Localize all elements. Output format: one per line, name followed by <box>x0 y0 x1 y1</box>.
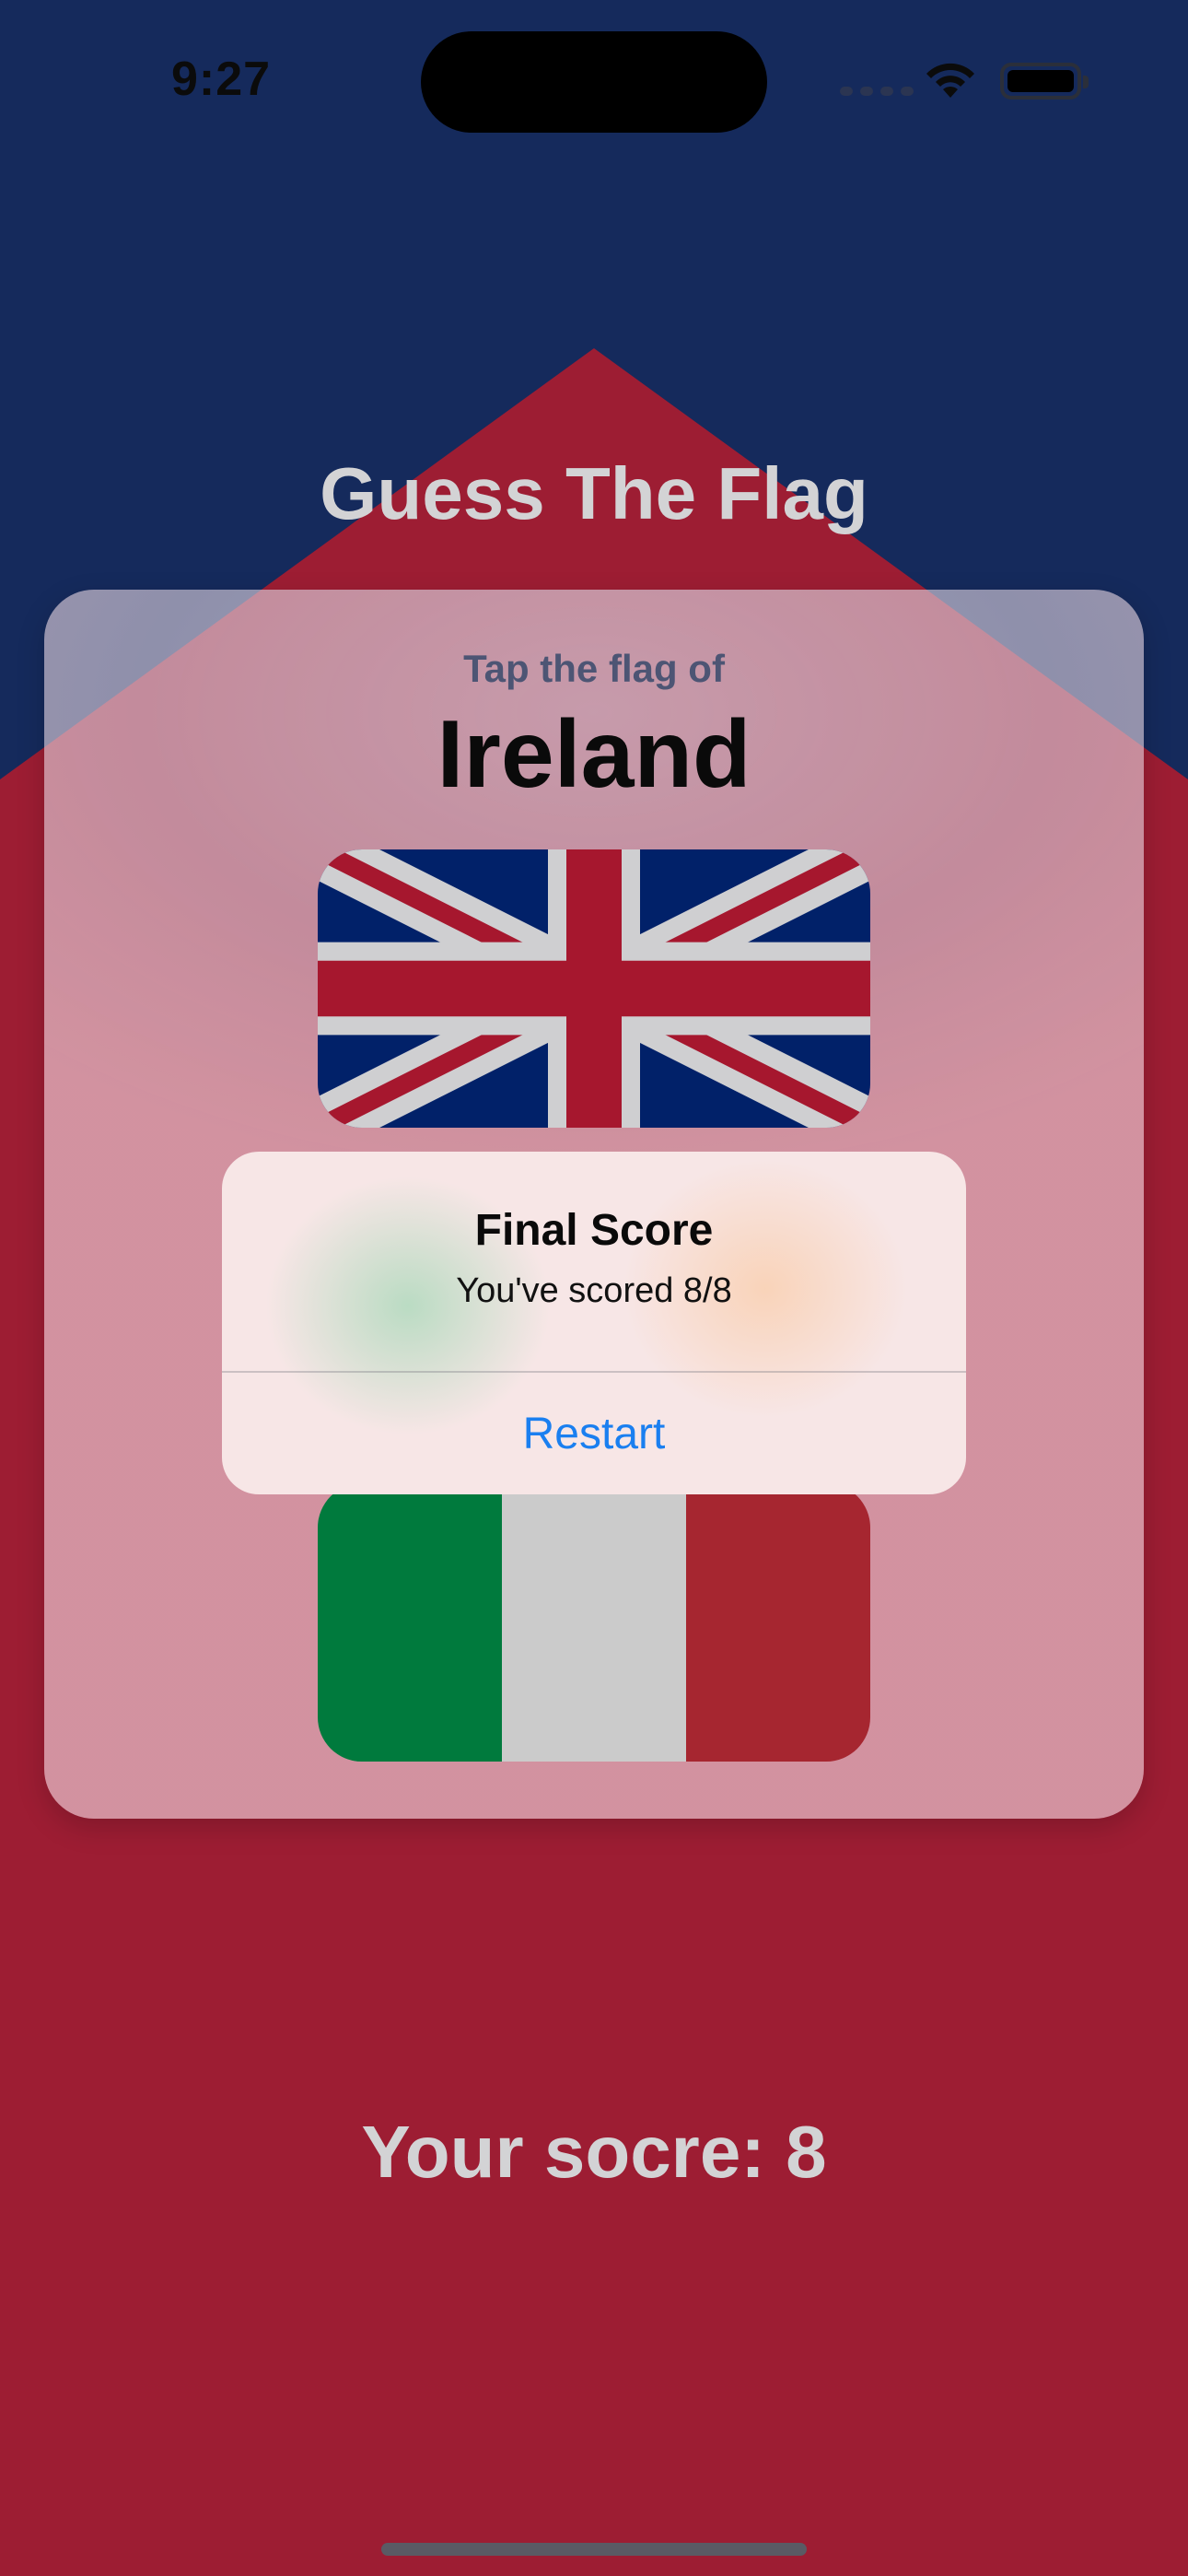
score-label: Your socre: 8 <box>361 2111 827 2193</box>
italy-flag-green-band <box>318 1483 502 1762</box>
wifi-icon <box>926 63 974 98</box>
alert-message: You've scored 8/8 <box>456 1271 732 1310</box>
dynamic-island <box>421 31 767 133</box>
app-title: Guess The Flag <box>320 452 868 534</box>
flag-button-uk[interactable] <box>318 849 870 1128</box>
italy-flag-white-band <box>502 1483 686 1762</box>
target-country: Ireland <box>437 701 751 808</box>
restart-button[interactable]: Restart <box>222 1373 966 1494</box>
prompt-label: Tap the flag of <box>463 647 725 690</box>
flag-button-italy[interactable] <box>318 1483 870 1762</box>
cellular-signal-icon <box>840 87 914 96</box>
battery-icon <box>1000 63 1089 100</box>
uk-flag-icon <box>318 849 870 1128</box>
alert-title: Final Score <box>474 1206 714 1255</box>
status-time: 9:27 <box>171 53 272 106</box>
home-indicator[interactable] <box>381 2543 807 2556</box>
final-score-alert: Final Score You've scored 8/8 Restart <box>222 1152 966 1494</box>
italy-flag-red-band <box>686 1483 870 1762</box>
